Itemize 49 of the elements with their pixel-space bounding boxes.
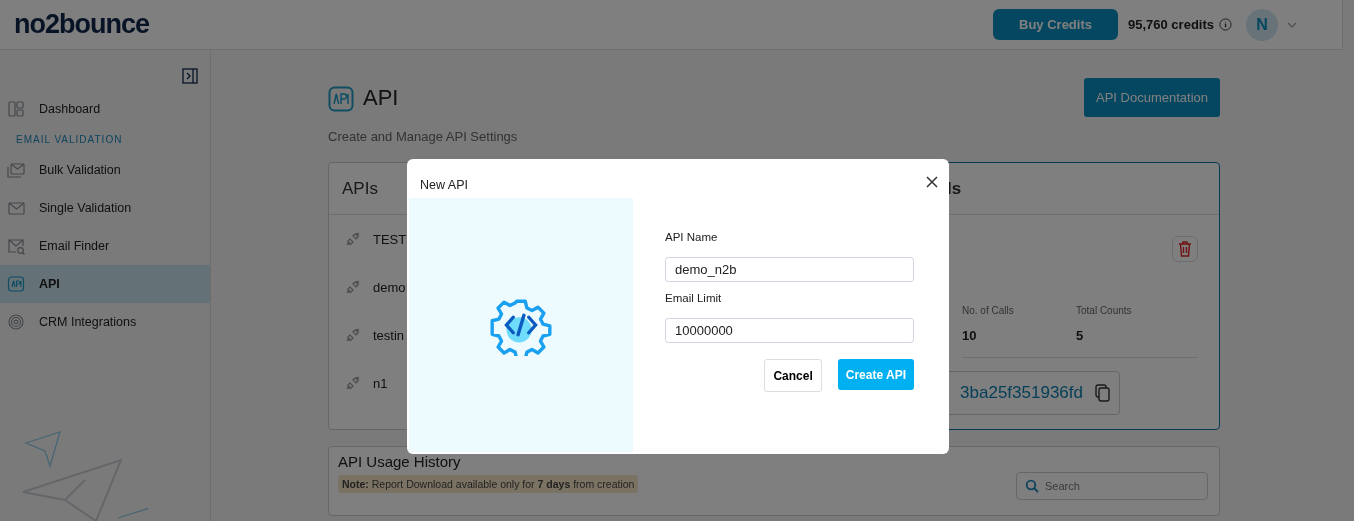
search-icon	[1025, 479, 1039, 493]
link-icon	[345, 231, 361, 247]
page-subtitle: Create and Manage API Settings	[328, 129, 519, 144]
create-api-button[interactable]: Create API	[837, 359, 914, 390]
page-title: API	[363, 85, 399, 111]
nav-icon	[7, 161, 25, 179]
sidebar-item[interactable]: Single Validation	[0, 189, 210, 227]
nav-icon	[7, 100, 25, 118]
info-icon[interactable]	[1219, 18, 1232, 31]
api-list-item[interactable]: testin	[329, 311, 619, 359]
link-icon	[345, 375, 361, 391]
cancel-button[interactable]: Cancel	[764, 359, 822, 392]
api-key: 3ba25f351936fd	[960, 383, 1083, 403]
sidebar-item[interactable]: CRM Integrations	[0, 303, 210, 341]
link-icon	[345, 327, 361, 343]
section-heading: EMAIL VALIDATION	[15, 133, 124, 147]
stat-value: 10	[962, 328, 978, 343]
stat-value: 5	[1076, 328, 1085, 343]
field-label: API Name	[665, 231, 719, 243]
search-field[interactable]: Search	[1016, 472, 1208, 500]
api-list-item[interactable]: TEST	[329, 215, 619, 263]
sidebar-item[interactable]: Email Finder	[0, 227, 210, 265]
sidebar-item[interactable]: Dashboard	[0, 90, 210, 128]
api-list-item[interactable]: n1	[329, 359, 619, 407]
note-text: Note: Report Download available only for 7 days from creation	[338, 475, 639, 493]
api-documentation-button[interactable]: API Documentation	[1084, 78, 1220, 117]
nav-icon	[7, 237, 25, 255]
api-list-item[interactable]: demo	[329, 263, 619, 311]
trash-icon	[1178, 241, 1192, 257]
sidebar-item[interactable]: Bulk Validation	[0, 151, 210, 189]
copy-icon[interactable]	[1095, 384, 1111, 402]
delete-button[interactable]	[1172, 236, 1198, 262]
field-label: Email Limit	[665, 292, 723, 304]
nav-icon	[7, 313, 25, 331]
card-title: API Usage History	[338, 453, 462, 470]
logo[interactable]: no2bounce	[14, 9, 149, 40]
collapse-icon[interactable]	[182, 68, 198, 84]
sidebar-item[interactable]: API	[0, 265, 210, 303]
input-field[interactable]: 10000000	[665, 318, 914, 343]
nav-icon	[7, 199, 25, 217]
credits-count: 95,760 credits	[1128, 17, 1214, 32]
api-icon	[328, 86, 354, 112]
input-field[interactable]: demo_n2b	[665, 257, 914, 282]
link-icon	[345, 279, 361, 295]
stat-label: No. of Calls	[962, 305, 1015, 316]
dialog-title: New API	[420, 178, 468, 192]
nav-icon	[7, 275, 25, 293]
buy-credits-button[interactable]: Buy Credits	[993, 9, 1118, 40]
stat-label: Total Counts	[1076, 305, 1133, 316]
